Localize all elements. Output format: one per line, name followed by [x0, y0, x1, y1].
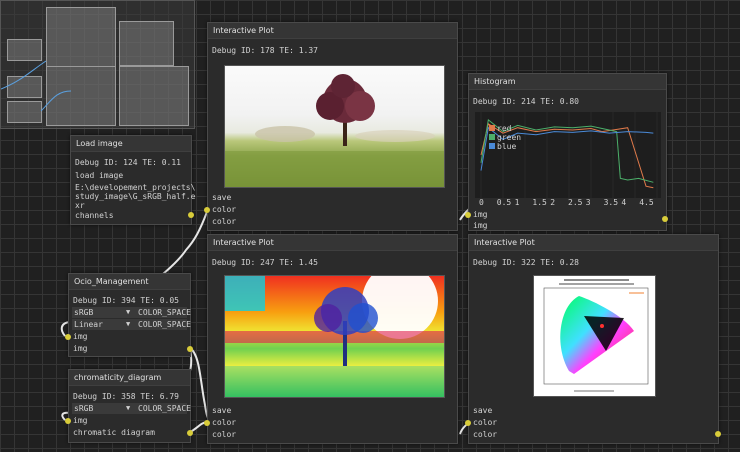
load-image-label: load image	[75, 171, 124, 180]
debug-info: Debug ID: 322 TE: 0.28	[473, 258, 579, 267]
save-label[interactable]: save	[212, 193, 231, 202]
chevron-down-icon: ▼	[126, 404, 131, 412]
legend-swatch	[489, 134, 495, 140]
input-img-label: img	[473, 210, 488, 219]
output-pin[interactable]	[188, 212, 194, 218]
input-color-label: color	[212, 205, 237, 214]
dropdown-value: sRGB	[74, 308, 94, 317]
input-pin[interactable]	[65, 418, 71, 424]
x-tick-label: 2.5	[568, 198, 583, 207]
legend-label: blue	[497, 142, 516, 151]
minimap-links	[1, 60, 72, 112]
node-interactive-plot[interactable]: Interactive Plot Debug ID: 178 TE: 1.37 …	[204, 22, 458, 231]
node-histogram[interactable]: Histogram Debug ID: 214 TE: 0.80 red gree…	[465, 73, 668, 231]
input-pin[interactable]	[65, 334, 71, 340]
input-pin[interactable]	[465, 212, 471, 218]
x-tick-label: 1.5	[532, 198, 547, 207]
save-label[interactable]: save	[212, 406, 231, 415]
x-tick-label: 1	[514, 198, 520, 207]
input-color-label: color	[473, 430, 498, 439]
chevron-down-icon: ▼	[126, 308, 131, 316]
input-pin[interactable]	[465, 420, 471, 426]
node-chromaticity-diagram[interactable]: chromaticity_diagram Debug ID: 358 TE: 6…	[65, 369, 193, 443]
histogram-chart[interactable]: redgreenblue	[475, 112, 661, 198]
save-label[interactable]: save	[473, 406, 492, 415]
false-color-image[interactable]	[224, 275, 445, 398]
input-img-label: img	[73, 332, 88, 341]
output-img-label: img	[73, 344, 88, 353]
color-space-dropdown[interactable]: sRGB ▼ COLOR_SPACE	[72, 403, 191, 414]
node-title[interactable]: Load image	[71, 136, 191, 152]
dropdown-label: COLOR_SPACE	[138, 320, 191, 329]
file-path-line[interactable]: xr	[75, 201, 85, 210]
node-title[interactable]: Histogram	[469, 74, 666, 90]
debug-info: Debug ID: 394 TE: 0.05	[73, 296, 179, 305]
node-title[interactable]: Interactive Plot	[208, 235, 457, 251]
x-tick-label: 4.5	[639, 198, 654, 207]
x-tick-label: 4	[621, 198, 627, 207]
chevron-down-icon: ▼	[126, 320, 131, 328]
legend-label: red	[497, 124, 512, 133]
debug-info: Debug ID: 214 TE: 0.80	[473, 97, 579, 106]
color-space-dropdown[interactable]: Linear ▼ COLOR_SPACE	[72, 319, 191, 330]
minimap[interactable]	[0, 0, 195, 129]
dropdown-value: sRGB	[74, 404, 94, 413]
x-tick-label: 3	[585, 198, 591, 207]
node-interactive-plot[interactable]: Interactive Plot Debug ID: 322 TE: 0.28 …	[465, 234, 721, 444]
debug-info: Debug ID: 358 TE: 6.79	[73, 392, 179, 401]
legend-swatch	[489, 125, 495, 131]
output-pin[interactable]	[187, 346, 193, 352]
tree-icon	[225, 276, 444, 397]
tree-icon	[225, 74, 444, 187]
file-path-line[interactable]: study_image\G_sRGB_half.e	[75, 192, 195, 201]
node-title[interactable]: Interactive Plot	[208, 23, 457, 39]
output-pin[interactable]	[715, 431, 721, 437]
input-pin[interactable]	[204, 420, 210, 426]
x-tick-label: 0.5	[496, 198, 512, 207]
output-pin[interactable]	[662, 216, 668, 222]
output-label: chromatic diagram	[73, 428, 155, 437]
output-channels-label: channels	[75, 211, 114, 220]
output-pin[interactable]	[187, 430, 193, 436]
chromaticity-plot-image[interactable]	[533, 275, 656, 397]
node-title[interactable]: Ocio_Management	[69, 274, 190, 290]
node-title[interactable]: Interactive Plot	[469, 235, 718, 251]
x-tick-label: 3.5	[603, 198, 619, 207]
node-interactive-plot[interactable]: Interactive Plot Debug ID: 247 TE: 1.45 …	[204, 234, 458, 444]
input-pin[interactable]	[204, 207, 210, 213]
chromaticity-diagram-icon	[543, 279, 649, 392]
file-path-line[interactable]: E:\developement_projects\	[75, 183, 195, 192]
legend-label: green	[497, 133, 521, 142]
node-ocio-management[interactable]: Ocio_Management Debug ID: 394 TE: 0.05 s…	[65, 273, 193, 357]
color-space-dropdown[interactable]: sRGB ▼ COLOR_SPACE	[72, 307, 191, 318]
node-load-image[interactable]: Load image Debug ID: 124 TE: 0.11 load i…	[70, 135, 195, 225]
legend-swatch	[489, 143, 495, 149]
dropdown-value: Linear	[74, 320, 103, 329]
x-tick-label: 2	[550, 198, 556, 207]
tree-render-image[interactable]	[224, 65, 445, 188]
dropdown-label: COLOR_SPACE	[138, 404, 191, 413]
x-tick-label: 0	[479, 198, 484, 207]
input-color-label: color	[212, 418, 237, 427]
input-img-label: img	[73, 416, 88, 425]
debug-info: Debug ID: 124 TE: 0.11	[75, 158, 181, 167]
input-color-label: color	[212, 217, 237, 226]
debug-info: Debug ID: 178 TE: 1.37	[212, 46, 318, 55]
debug-info: Debug ID: 247 TE: 1.45	[212, 258, 318, 267]
input-img-label: img	[473, 221, 488, 230]
input-color-label: color	[212, 430, 237, 439]
dropdown-label: COLOR_SPACE	[138, 308, 191, 317]
node-title[interactable]: chromaticity_diagram	[69, 370, 190, 386]
input-color-label: color	[473, 418, 498, 427]
x-axis-ticks: 0 0.5 1 1.5 2 2.5 3 3.5 4 4.5	[479, 198, 659, 208]
